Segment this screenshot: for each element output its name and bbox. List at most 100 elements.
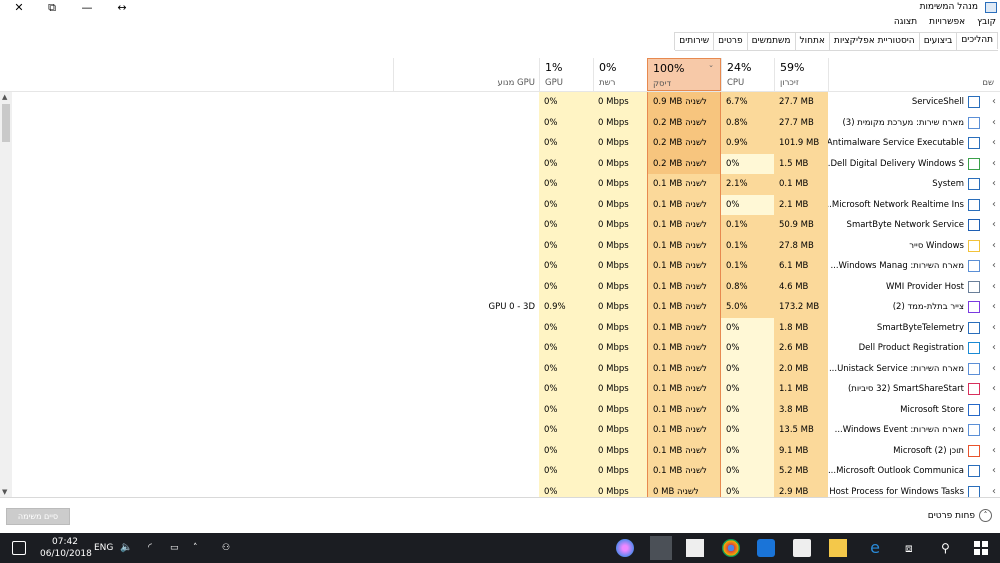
tab-app-history[interactable]: היסטוריית אפליקציות — [828, 32, 920, 50]
table-row[interactable]: 0% 0 Mbps 0.1 MB לשניה 0.1% 50.9 MB SmartByte… — [12, 215, 1000, 236]
table-row[interactable]: 0% 0 Mbps 0.1 MB לשניה 0% 3.8 MB Microsoft St… — [12, 399, 1000, 420]
cell-gpu-engine — [393, 420, 539, 441]
menu-options[interactable]: אפשרויות — [929, 17, 965, 30]
table-row[interactable]: 0% 0 Mbps 0.2 MB לשניה 0.8% 27.7 MB מארח שירו… — [12, 112, 1000, 133]
column-gpu[interactable]: 1% GPU — [539, 58, 593, 91]
scroll-down-icon[interactable]: ▼ — [2, 488, 7, 496]
table-row[interactable]: 0% 0 Mbps 0.1 MB לשניה 0.1% 6.1 MB מארח השירו… — [12, 256, 1000, 277]
table-row[interactable]: 0% 0 Mbps 0.1 MB לשניה 0% 1.8 MB SmartByteTel… — [12, 317, 1000, 338]
expand-chevron-icon[interactable]: › — [992, 441, 996, 461]
expand-chevron-icon[interactable]: › — [992, 113, 996, 133]
menu-view[interactable]: תצוגה — [894, 17, 917, 30]
fewer-details-button[interactable]: פחות פרטים ˄ — [928, 509, 992, 522]
close-button[interactable]: ✕ — [2, 0, 36, 16]
expand-chevron-icon[interactable]: › — [992, 482, 996, 498]
restore-button[interactable]: ⧉ — [35, 0, 69, 16]
expand-chevron-icon[interactable]: › — [992, 256, 996, 276]
volume-icon[interactable]: 🔈 — [120, 533, 132, 563]
column-network[interactable]: 0% רשת — [593, 58, 647, 91]
expand-chevron-icon[interactable]: › — [992, 195, 996, 215]
chrome-icon[interactable] — [722, 539, 740, 557]
expand-chevron-icon[interactable]: › — [992, 154, 996, 174]
file-explorer-icon[interactable] — [829, 539, 847, 557]
expand-chevron-icon[interactable]: › — [992, 318, 996, 338]
table-row[interactable]: 0% 0 Mbps 0.1 MB לשניה 2.1% 0.1 MB System › — [12, 174, 1000, 195]
battery-icon[interactable]: ▭ — [170, 533, 179, 563]
expand-chevron-icon[interactable]: › — [992, 277, 996, 297]
search-icon[interactable]: ⚲ — [941, 533, 950, 563]
cell-cpu: 5.0% — [721, 297, 774, 318]
gpu-value: 0% — [544, 486, 558, 497]
network-value: 0 Mbps — [598, 199, 629, 210]
tab-performance[interactable]: ביצועים — [918, 32, 958, 50]
column-gpu-engine[interactable]: מנוע GPU — [393, 58, 539, 91]
disk-value: 0.1 MB לשניה — [653, 199, 707, 210]
expand-chevron-icon[interactable]: › — [992, 236, 996, 256]
expand-chevron-icon[interactable]: › — [992, 461, 996, 481]
language-indicator[interactable]: ENG — [94, 533, 113, 563]
table-row[interactable]: 0% 0 Mbps 0 MB לשניה 0% 2.9 MB Host Process f… — [12, 481, 1000, 498]
table-row[interactable]: GPU 0 - 3D 0.9% 0 Mbps 0.1 MB לשניה 5.0% 173.… — [12, 297, 1000, 318]
column-cpu[interactable]: 24% CPU — [721, 58, 774, 91]
expand-chevron-icon[interactable]: › — [992, 92, 996, 112]
expand-chevron-icon[interactable]: › — [992, 215, 996, 235]
edge-icon[interactable]: e — [866, 539, 884, 557]
paint3d-taskbar-icon[interactable] — [616, 539, 634, 557]
smartbyte-icon — [968, 219, 980, 231]
task-view-icon[interactable]: ⧈ — [905, 533, 913, 563]
memory-value: 27.7 MB — [779, 97, 814, 107]
show-hidden-icons-icon[interactable]: ˄ — [193, 533, 198, 563]
table-row[interactable]: 0% 0 Mbps 0.1 MB לשניה 0% 2.6 MB Dell Product… — [12, 338, 1000, 359]
scroll-up-icon[interactable]: ▲ — [2, 93, 7, 101]
expand-chevron-icon[interactable]: › — [992, 338, 996, 358]
wifi-icon[interactable]: ◜ — [148, 533, 152, 563]
calculator-icon[interactable] — [686, 539, 704, 557]
tab-services[interactable]: שירותים — [674, 32, 715, 50]
tab-bar: תהליכים ביצועים היסטוריית אפליקציות אתחו… — [674, 32, 998, 51]
table-row[interactable]: 0% 0 Mbps 0.1 MB לשניה 0% 13.5 MB מארח השירות… — [12, 420, 1000, 441]
vertical-scrollbar[interactable]: ▲ ▼ — [0, 92, 12, 497]
expand-chevron-icon[interactable]: › — [992, 133, 996, 153]
expand-chevron-icon[interactable]: › — [992, 379, 996, 399]
table-row[interactable]: 0% 0 Mbps 0.1 MB לשניה 0% 5.2 MB Microsoft Ou… — [12, 461, 1000, 482]
expand-chevron-icon[interactable]: › — [992, 297, 996, 317]
expand-chevron-icon[interactable]: › — [992, 359, 996, 379]
tab-startup[interactable]: אתחול — [794, 32, 830, 50]
table-row[interactable]: 0% 0 Mbps 0.9 MB לשניה 6.7% 27.7 MB ServiceSh… — [12, 92, 1000, 113]
tab-users[interactable]: משתמשים — [746, 32, 796, 50]
table-row[interactable]: 0% 0 Mbps 0.1 MB לשניה 0.8% 4.6 MB WMI Provid… — [12, 276, 1000, 297]
column-memory[interactable]: 59% זיכרון — [774, 58, 828, 91]
column-disk[interactable]: ⌄ 100% דיסק — [647, 58, 721, 91]
memory-value: 2.0 MB — [779, 363, 809, 374]
table-row[interactable]: 0% 0 Mbps 0.1 MB לשניה 0% 2.0 MB מארח השירות:… — [12, 358, 1000, 379]
teamviewer-icon[interactable] — [757, 539, 775, 557]
clock-time[interactable]: 07:42 — [40, 536, 90, 548]
table-row[interactable]: 0% 0 Mbps 0.1 MB לשניה 0.1% 27.8 MB Windows ס… — [12, 235, 1000, 256]
table-row[interactable]: 0% 0 Mbps 0.1 MB לשניה 0% 9.1 MB תוכן Microso… — [12, 440, 1000, 461]
expand-chevron-icon[interactable]: › — [992, 420, 996, 440]
notifications-icon[interactable] — [12, 541, 26, 555]
cell-network: 0 Mbps — [593, 256, 647, 277]
table-row[interactable]: 0% 0 Mbps 0.1 MB לשניה 0% 1.1 MB SmartShareSt… — [12, 379, 1000, 400]
tab-processes[interactable]: תהליכים — [956, 32, 998, 49]
minimize-button[interactable]: — — [70, 0, 104, 16]
expand-chevron-icon[interactable]: › — [992, 174, 996, 194]
end-task-button[interactable]: סיים משימה — [6, 508, 70, 525]
cell-gpu-engine — [393, 174, 539, 195]
people-icon[interactable]: ⚇ — [222, 533, 230, 563]
tab-details[interactable]: פרטים — [713, 32, 748, 50]
cell-name: Microsoft Network Realtime Ins... › — [828, 194, 1000, 215]
column-name[interactable]: שם — [828, 58, 1000, 91]
cell-disk: 0.1 MB לשניה — [647, 461, 721, 482]
task-manager-taskbar-icon[interactable] — [650, 536, 672, 560]
menu-file[interactable]: קובץ — [977, 17, 996, 30]
table-row[interactable]: 0% 0 Mbps 0.1 MB לשניה 0% 2.1 MB Microsoft Ne… — [12, 194, 1000, 215]
table-row[interactable]: 0% 0 Mbps 0.2 MB לשניה 0.9% 101.9 MB Antimalw… — [12, 133, 1000, 154]
table-row[interactable]: 0% 0 Mbps 0.2 MB לשניה 0% 1.5 MB Dell Digital… — [12, 153, 1000, 174]
cell-name: Dell Digital Delivery Windows S... › — [828, 153, 1000, 174]
clock-date[interactable]: 06/10/2018 — [40, 548, 92, 560]
scroll-thumb[interactable] — [2, 104, 10, 142]
start-button[interactable] — [974, 541, 988, 555]
expand-chevron-icon[interactable]: › — [992, 400, 996, 420]
store-taskbar-icon[interactable] — [793, 539, 811, 557]
